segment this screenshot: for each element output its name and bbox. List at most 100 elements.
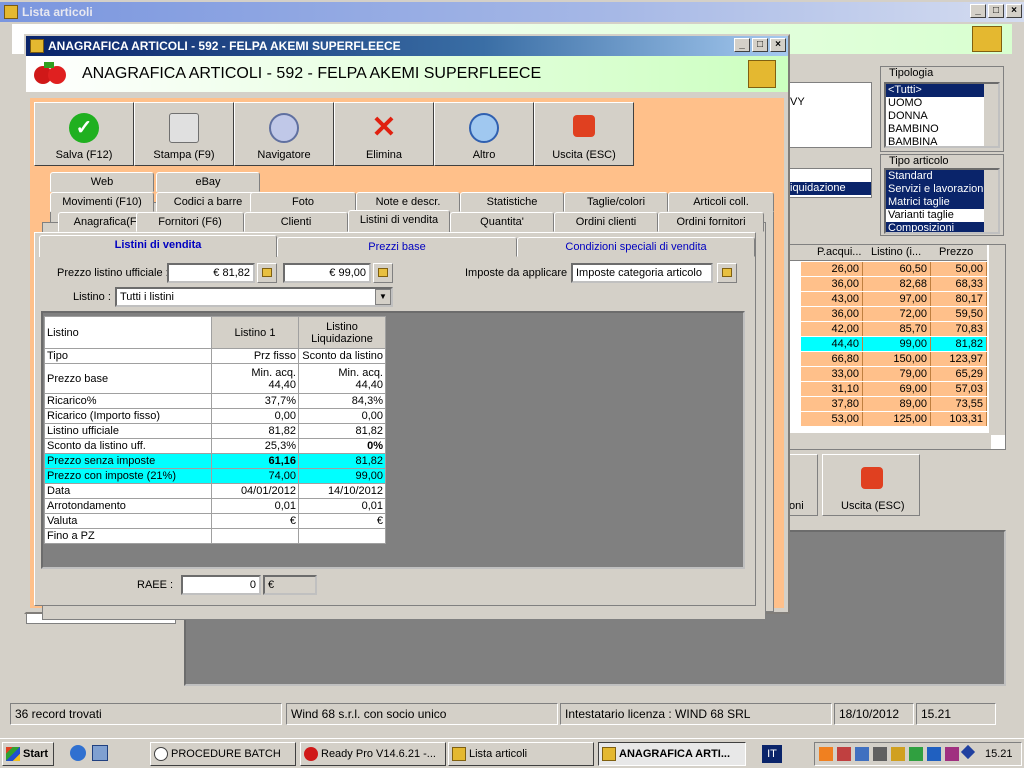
bg-grid-cell[interactable]: 33,00 bbox=[801, 367, 863, 381]
grid-cell[interactable]: Min. acq. 44,40 bbox=[211, 363, 299, 394]
grid-cell[interactable]: Ricarico% bbox=[44, 393, 212, 409]
delete-button[interactable]: ✕ Elimina bbox=[334, 102, 434, 166]
grid-cell[interactable]: Sconto da listino uff. bbox=[44, 438, 212, 454]
grid-cell[interactable]: 0,01 bbox=[211, 498, 299, 514]
start-button[interactable]: Start bbox=[2, 742, 54, 766]
grid-cell[interactable]: 81,82 bbox=[298, 453, 386, 469]
folder-icon[interactable] bbox=[373, 263, 393, 283]
bg-grid-cell[interactable]: 82,68 bbox=[863, 277, 931, 291]
grid-cell[interactable]: Prz fisso bbox=[211, 348, 299, 364]
bg-close-button[interactable]: × bbox=[1006, 4, 1022, 18]
tray-clock[interactable]: 15.21 bbox=[985, 748, 1013, 760]
grid-cell[interactable]: 81,82 bbox=[298, 423, 386, 439]
imposte-field[interactable]: Imposte categoria articolo bbox=[571, 263, 713, 283]
raee-field[interactable]: 0 bbox=[181, 575, 261, 595]
tipologia-scrollbar[interactable] bbox=[984, 84, 998, 146]
tab-taglie-colori[interactable]: Taglie/colori bbox=[564, 192, 668, 212]
bg-grid-cell[interactable]: 42,00 bbox=[801, 322, 863, 336]
grid-cell[interactable]: 0,01 bbox=[298, 498, 386, 514]
grid-cell[interactable]: 99,00 bbox=[298, 468, 386, 484]
desktop-icon[interactable] bbox=[92, 745, 108, 761]
bg-partial-liq-list[interactable]: iquidazione bbox=[786, 168, 872, 198]
task-ready-pro[interactable]: Ready Pro V14.6.21 -... bbox=[300, 742, 446, 766]
tab-listini-vendita[interactable]: Listini di vendita bbox=[348, 210, 450, 232]
subtab-prezzi-base[interactable]: Prezzi base bbox=[277, 237, 517, 257]
tray-icon[interactable] bbox=[891, 747, 905, 761]
tab-movimenti[interactable]: Movimenti (F10) bbox=[50, 192, 154, 212]
other-button[interactable]: Altro bbox=[434, 102, 534, 166]
grid-cell[interactable]: Ricarico (Importo fisso) bbox=[44, 408, 212, 424]
folder-icon[interactable] bbox=[257, 263, 277, 283]
grid-cell[interactable]: Prezzo senza imposte bbox=[44, 453, 212, 469]
col-header-listino[interactable]: Listino (i... bbox=[871, 246, 921, 258]
grid-cell[interactable]: 25,3% bbox=[211, 438, 299, 454]
tab-quantita[interactable]: Quantita' bbox=[450, 212, 554, 232]
bg-grid-cell[interactable]: 53,00 bbox=[801, 412, 863, 426]
tab-statistiche[interactable]: Statistiche bbox=[460, 192, 564, 212]
tab-web[interactable]: Web bbox=[50, 172, 154, 192]
task-anagrafica[interactable]: ANAGRAFICA ARTI... bbox=[598, 742, 746, 766]
grid-cell[interactable]: 81,82 bbox=[211, 423, 299, 439]
bg-grid-cell[interactable]: 26,00 bbox=[801, 262, 863, 276]
grid-cell[interactable]: 04/01/2012 bbox=[211, 483, 299, 499]
tipo-articolo-item[interactable]: Composizioni bbox=[886, 222, 998, 232]
tab-note[interactable]: Note e descr. bbox=[356, 192, 460, 212]
grid-cell[interactable]: 0,00 bbox=[298, 408, 386, 424]
tipo-articolo-item[interactable]: Servizi e lavorazioni bbox=[886, 183, 998, 196]
grid-header-cell[interactable]: Listino bbox=[44, 316, 212, 349]
tray-icon[interactable] bbox=[837, 747, 851, 761]
bg-grid-cell[interactable]: 60,50 bbox=[863, 262, 931, 276]
bg-grid-cell[interactable]: 70,83 bbox=[931, 322, 987, 336]
subtab-listini[interactable]: Listini di vendita bbox=[39, 235, 277, 257]
tray-icon[interactable] bbox=[960, 744, 976, 760]
grid-cell[interactable]: 0% bbox=[298, 438, 386, 454]
bg-grid-cell[interactable]: 57,03 bbox=[931, 382, 987, 396]
tipologia-item[interactable]: <Tutti> bbox=[886, 84, 986, 97]
bg-partial-liq-item[interactable]: iquidazione bbox=[787, 182, 871, 195]
bg-grid-cell[interactable]: 36,00 bbox=[801, 307, 863, 321]
tipologia-item[interactable]: UOMO bbox=[886, 97, 998, 110]
tab-articoli-coll[interactable]: Articoli coll. bbox=[668, 192, 774, 212]
tipo-articolo-item[interactable]: Varianti taglie bbox=[886, 209, 998, 222]
col-header-prezzo[interactable]: Prezzo bbox=[939, 246, 973, 258]
bg-grid-cell[interactable]: 65,29 bbox=[931, 367, 987, 381]
tipo-articolo-item[interactable]: Standard bbox=[886, 170, 998, 183]
tab-ordini-clienti[interactable]: Ordini clienti bbox=[554, 212, 658, 232]
grid-cell[interactable]: 74,00 bbox=[211, 468, 299, 484]
bg-grid-cell[interactable]: 80,17 bbox=[931, 292, 987, 306]
grid-cell[interactable]: 0,00 bbox=[211, 408, 299, 424]
bg-exit-button[interactable]: Uscita (ESC) bbox=[822, 454, 920, 516]
tab-clienti[interactable]: Clienti bbox=[244, 212, 348, 232]
tab-ebay[interactable]: eBay bbox=[156, 172, 260, 192]
folder-icon[interactable] bbox=[717, 263, 737, 283]
dialog-maximize-button[interactable]: □ bbox=[752, 38, 768, 52]
bg-grid-cell[interactable]: 66,80 bbox=[801, 352, 863, 366]
grid-cell[interactable]: 37,7% bbox=[211, 393, 299, 409]
bg-grid-cell[interactable]: 50,00 bbox=[931, 262, 987, 276]
col-header-pacquisto[interactable]: P.acqui... bbox=[817, 246, 861, 258]
tab-ordini-fornitori[interactable]: Ordini fornitori bbox=[658, 212, 764, 232]
bg-grid-cell[interactable]: 68,33 bbox=[931, 277, 987, 291]
tipologia-item[interactable]: BAMBINA bbox=[886, 136, 998, 149]
bg-grid-vscroll[interactable] bbox=[989, 245, 1005, 435]
bg-grid-cell[interactable]: 43,00 bbox=[801, 292, 863, 306]
grid-cell[interactable] bbox=[211, 528, 299, 544]
listini-grid[interactable]: Listino Listino 1 Listino Liquidazione T… bbox=[44, 316, 386, 544]
bg-grid-cell[interactable]: 103,31 bbox=[931, 412, 987, 426]
bg-partial-button[interactable]: oni bbox=[786, 454, 818, 516]
tipologia-item[interactable]: BAMBINO bbox=[886, 123, 998, 136]
dialog-minimize-button[interactable]: _ bbox=[734, 38, 750, 52]
tipologia-list[interactable]: <Tutti> UOMO DONNA BAMBINO BAMBINA bbox=[884, 82, 1000, 148]
ie-icon[interactable] bbox=[70, 745, 86, 761]
tab-fornitori[interactable]: Fornitori (F6) bbox=[136, 212, 244, 232]
grid-cell[interactable]: Arrotondamento bbox=[44, 498, 212, 514]
bg-grid-cell[interactable]: 150,00 bbox=[863, 352, 931, 366]
bg-grid-cell[interactable]: 79,00 bbox=[863, 367, 931, 381]
bg-grid-cell[interactable]: 31,10 bbox=[801, 382, 863, 396]
bg-minimize-button[interactable]: _ bbox=[970, 4, 986, 18]
tipologia-item[interactable]: DONNA bbox=[886, 110, 998, 123]
bg-articles-grid[interactable]: P.acqui... Listino (i... Prezzo 26,00 60,… bbox=[786, 244, 1006, 450]
grid-cell[interactable]: Listino ufficiale bbox=[44, 423, 212, 439]
grid-cell[interactable]: Valuta bbox=[44, 513, 212, 529]
bg-maximize-button[interactable]: □ bbox=[988, 4, 1004, 18]
